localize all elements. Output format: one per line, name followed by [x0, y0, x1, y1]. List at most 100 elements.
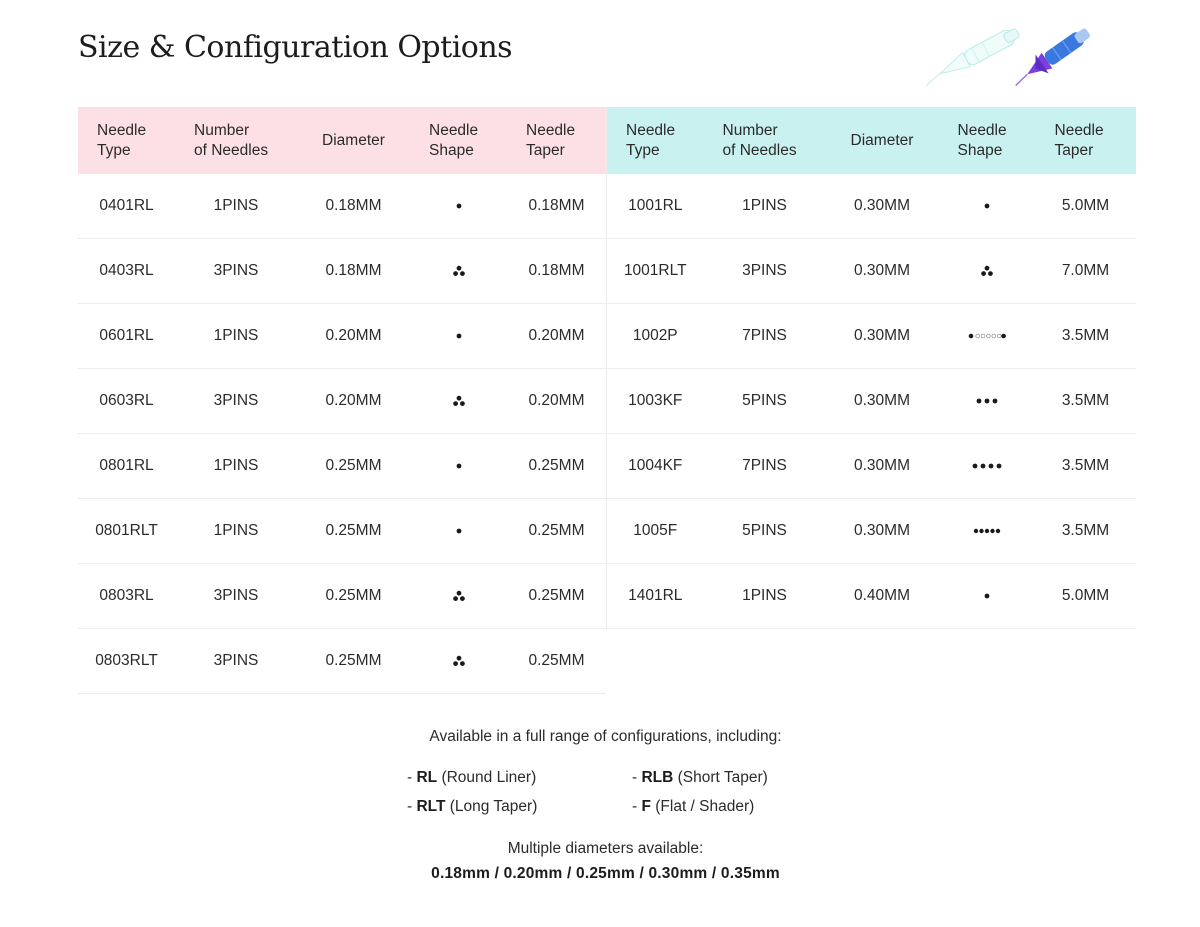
- config-item-rl: - RL (Round Liner): [407, 769, 537, 786]
- cell-needle-type: 1401RL: [606, 563, 704, 629]
- three-dot-cluster-icon: [452, 262, 466, 279]
- header-needle-type: Needle Type: [78, 107, 175, 174]
- cell-needle-taper: 0.18MM: [507, 238, 606, 304]
- cell-needle-taper: 3.5MM: [1035, 498, 1136, 564]
- cell-needle-type: 0603RL: [78, 368, 175, 434]
- cell-needle-taper: 0.18MM: [507, 174, 606, 239]
- page-title: Size & Configuration Options: [78, 30, 513, 65]
- header-number-of-needles: Number of Needles: [703, 107, 826, 174]
- cell-diameter: 0.25MM: [297, 563, 410, 629]
- cell-needle-type: 0403RL: [78, 238, 175, 304]
- cell-number-of-needles: 1PINS: [175, 174, 297, 239]
- table-row: 1401RL 1PINS 0.40MM 5.0MM: [606, 563, 1136, 629]
- multiple-diameters-text: Multiple diameters available:: [507, 840, 704, 857]
- cell-number-of-needles: 1PINS: [175, 433, 297, 499]
- table-row: 0601RL 1PINS 0.20MM 0.20MM: [78, 303, 606, 369]
- cell-needle-shape: [410, 563, 507, 629]
- cell-needle-type: 1001RLT: [606, 238, 704, 304]
- three-dot-cluster-icon: [452, 652, 466, 669]
- cell-diameter: 0.20MM: [297, 368, 410, 434]
- table-row: 0603RL 3PINS 0.20MM 0.20MM: [78, 368, 606, 434]
- cell-needle-taper: 0.20MM: [507, 303, 606, 369]
- cell-needle-type: 1003KF: [606, 368, 704, 434]
- table-row: 1001RLT 3PINS 0.30MM 7.0MM: [606, 238, 1136, 304]
- cell-needle-type: 0601RL: [78, 303, 175, 369]
- cell-diameter: 0.30MM: [825, 174, 939, 239]
- table-row: 1004KF 7PINS 0.30MM 3.5MM: [606, 433, 1136, 499]
- cell-needle-taper: 7.0MM: [1035, 238, 1136, 304]
- config-item-rlb: - RLB (Short Taper): [632, 769, 768, 786]
- cell-needle-shape: [938, 368, 1036, 434]
- single-dot-icon: [455, 197, 463, 214]
- cell-needle-type: 0803RL: [78, 563, 175, 629]
- header-diameter: Diameter: [297, 107, 410, 174]
- four-dot-row-icon: [971, 457, 1003, 474]
- cell-needle-taper: 0.25MM: [507, 498, 606, 564]
- cell-needle-shape: [938, 498, 1036, 564]
- table-row: 1005F 5PINS 0.30MM 3.5MM: [606, 498, 1136, 564]
- table-header-row: Needle Type Number of Needles Diameter Nee…: [78, 107, 606, 174]
- table-row: 1001RL 1PINS 0.30MM 5.0MM: [606, 174, 1136, 239]
- cell-needle-type: 0801RL: [78, 433, 175, 499]
- cell-number-of-needles: 3PINS: [703, 238, 826, 304]
- seven-dot-line-icon: [968, 327, 1006, 344]
- header-needle-type: Needle Type: [606, 107, 704, 174]
- cell-needle-type: 1004KF: [606, 433, 704, 499]
- cell-needle-shape: [410, 628, 507, 694]
- single-dot-icon: [983, 587, 991, 604]
- cell-needle-taper: 0.25MM: [507, 433, 606, 499]
- header-needle-taper: Needle Taper: [507, 107, 606, 174]
- needle-cartridge-illustration: [925, 28, 1090, 87]
- cell-needle-type: 0803RLT: [78, 628, 175, 694]
- table-row: 0403RL 3PINS 0.18MM 0.18MM: [78, 238, 606, 304]
- cell-diameter: 0.30MM: [825, 368, 939, 434]
- table-row: 0803RLT 3PINS 0.25MM 0.25MM: [78, 628, 606, 694]
- table-header-row: Needle Type Number of Needles Diameter Nee…: [606, 107, 1136, 174]
- cell-needle-taper: 5.0MM: [1035, 563, 1136, 629]
- three-dot-cluster-icon: [452, 587, 466, 604]
- three-dot-cluster-icon: [980, 262, 994, 279]
- cell-needle-taper: 0.25MM: [507, 563, 606, 629]
- cell-needle-taper: 0.20MM: [507, 368, 606, 434]
- table-row: 0801RLT 1PINS 0.25MM 0.25MM: [78, 498, 606, 564]
- table-row: 0801RL 1PINS 0.25MM 0.25MM: [78, 433, 606, 499]
- table-row: 0401RL 1PINS 0.18MM 0.18MM: [78, 174, 606, 239]
- diameters-list: 0.18mm / 0.20mm / 0.25mm / 0.30mm / 0.35…: [431, 865, 780, 882]
- three-dot-cluster-icon: [452, 392, 466, 409]
- cell-diameter: 0.25MM: [297, 433, 410, 499]
- header-diameter: Diameter: [825, 107, 939, 174]
- config-item-f: - F (Flat / Shader): [632, 798, 755, 815]
- cell-number-of-needles: 3PINS: [175, 628, 297, 694]
- cell-diameter: 0.20MM: [297, 303, 410, 369]
- single-dot-icon: [455, 327, 463, 344]
- cell-needle-shape: [410, 498, 507, 564]
- table-row: 1002P 7PINS 0.30MM 3.5MM: [606, 303, 1136, 369]
- cell-diameter: 0.18MM: [297, 174, 410, 239]
- cell-diameter: 0.30MM: [825, 433, 939, 499]
- cell-needle-type: 1005F: [606, 498, 704, 564]
- cell-diameter: 0.30MM: [825, 498, 939, 564]
- cell-needle-taper: 3.5MM: [1035, 433, 1136, 499]
- cell-needle-taper: 0.25MM: [507, 628, 606, 694]
- table-row: 0803RL 3PINS 0.25MM 0.25MM: [78, 563, 606, 629]
- cell-needle-shape: [938, 238, 1036, 304]
- cell-number-of-needles: 5PINS: [703, 498, 826, 564]
- cell-diameter: 0.30MM: [825, 303, 939, 369]
- spec-table-right: Needle Type Number of Needles Diameter Nee…: [606, 107, 1136, 629]
- cell-needle-taper: 5.0MM: [1035, 174, 1136, 239]
- cell-number-of-needles: 3PINS: [175, 238, 297, 304]
- header-number-of-needles: Number of Needles: [175, 107, 297, 174]
- cell-needle-shape: [410, 303, 507, 369]
- cell-diameter: 0.25MM: [297, 498, 410, 564]
- cell-number-of-needles: 1PINS: [175, 303, 297, 369]
- header-needle-taper: Needle Taper: [1035, 107, 1136, 174]
- cell-needle-shape: [938, 174, 1036, 239]
- cell-diameter: 0.18MM: [297, 238, 410, 304]
- table-row: 1003KF 5PINS 0.30MM 3.5MM: [606, 368, 1136, 434]
- cell-needle-shape: [938, 563, 1036, 629]
- five-dot-row-icon: [973, 522, 1001, 539]
- cell-needle-shape: [938, 433, 1036, 499]
- single-dot-icon: [455, 457, 463, 474]
- cell-needle-type: 1001RL: [606, 174, 704, 239]
- cell-needle-type: 0801RLT: [78, 498, 175, 564]
